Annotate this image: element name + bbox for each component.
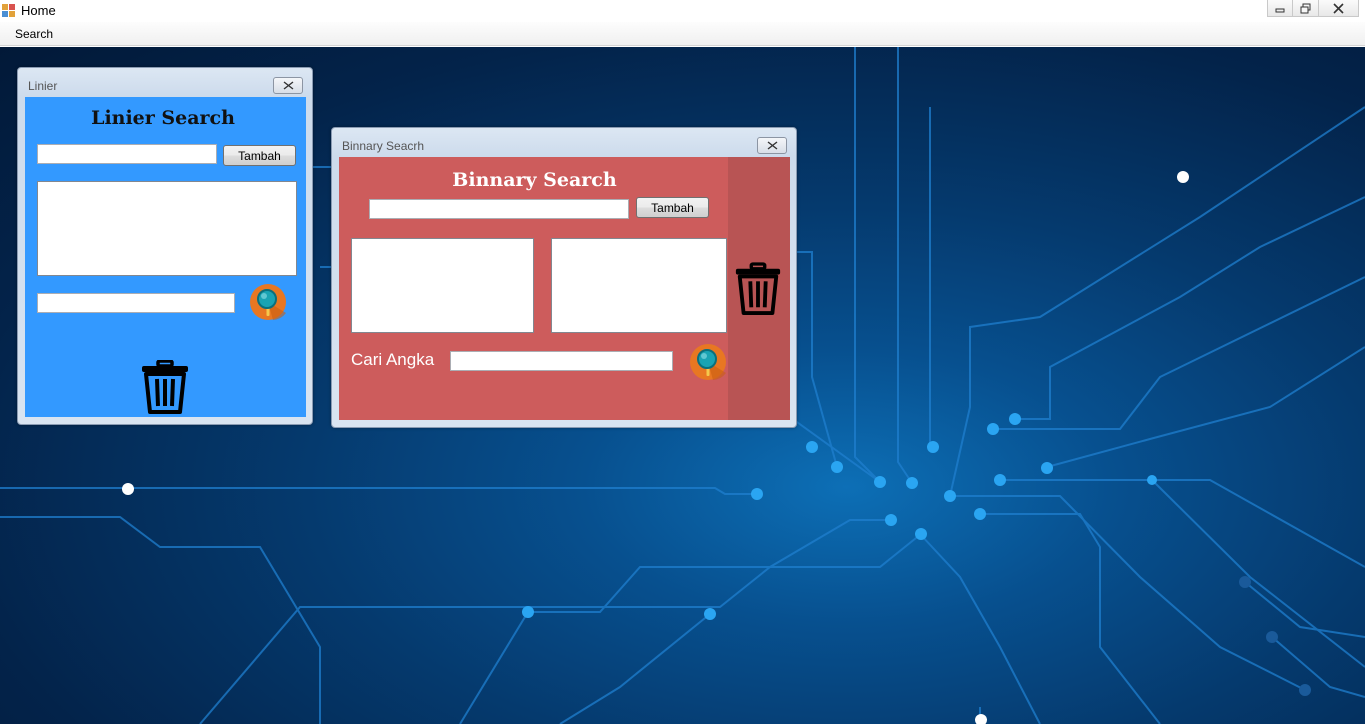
- linier-window: Linier Linier Search Tambah: [17, 67, 313, 425]
- trash-icon: [735, 262, 781, 315]
- binary-input-list[interactable]: [351, 238, 534, 333]
- minimize-button[interactable]: [1267, 0, 1293, 17]
- close-button[interactable]: [1319, 0, 1359, 17]
- linier-delete-button[interactable]: [139, 359, 191, 414]
- close-icon: [283, 81, 293, 90]
- window-titlebar: Home: [0, 0, 1365, 22]
- menu-bar: Search: [0, 22, 1365, 46]
- binary-window-title: Binnary Seacrh: [342, 139, 425, 153]
- binary-number-input[interactable]: [369, 199, 629, 219]
- linier-number-list[interactable]: [37, 181, 297, 276]
- trash-icon: [142, 359, 188, 414]
- window-title: Home: [21, 3, 56, 18]
- linier-tambah-button[interactable]: Tambah: [223, 145, 296, 166]
- binary-search-input[interactable]: [450, 351, 673, 371]
- app-grid-icon: [2, 4, 15, 17]
- window-controls: [1267, 0, 1359, 17]
- linier-search-button[interactable]: [249, 283, 287, 321]
- search-magnifier-icon: [250, 284, 286, 320]
- menu-item-search[interactable]: Search: [8, 26, 60, 42]
- linier-number-input[interactable]: [37, 144, 217, 164]
- binary-close-button[interactable]: [757, 137, 787, 154]
- restore-button[interactable]: [1293, 0, 1319, 17]
- minimize-icon: [1275, 8, 1285, 13]
- linier-close-button[interactable]: [273, 77, 303, 94]
- binary-form: Binnary Search Tambah Cari Angka: [339, 157, 790, 420]
- binary-window: Binnary Seacrh Binnary Search Tambah Car…: [331, 127, 797, 428]
- linier-search-input[interactable]: [37, 293, 235, 313]
- binary-delete-button[interactable]: [733, 262, 783, 316]
- close-icon: [1333, 2, 1344, 14]
- linier-window-title: Linier: [28, 79, 58, 93]
- binary-search-label: Cari Angka: [351, 350, 435, 369]
- binary-tambah-button[interactable]: Tambah: [636, 197, 709, 218]
- linier-heading: Linier Search: [91, 107, 235, 129]
- search-magnifier-icon: [690, 344, 726, 380]
- linier-form: Linier Search Tambah: [25, 97, 306, 417]
- binary-sorted-list[interactable]: [551, 238, 727, 333]
- binary-heading: Binnary Search: [452, 169, 617, 191]
- binary-search-button[interactable]: [689, 343, 727, 381]
- close-icon: [767, 141, 777, 150]
- restore-icon: [1300, 3, 1311, 13]
